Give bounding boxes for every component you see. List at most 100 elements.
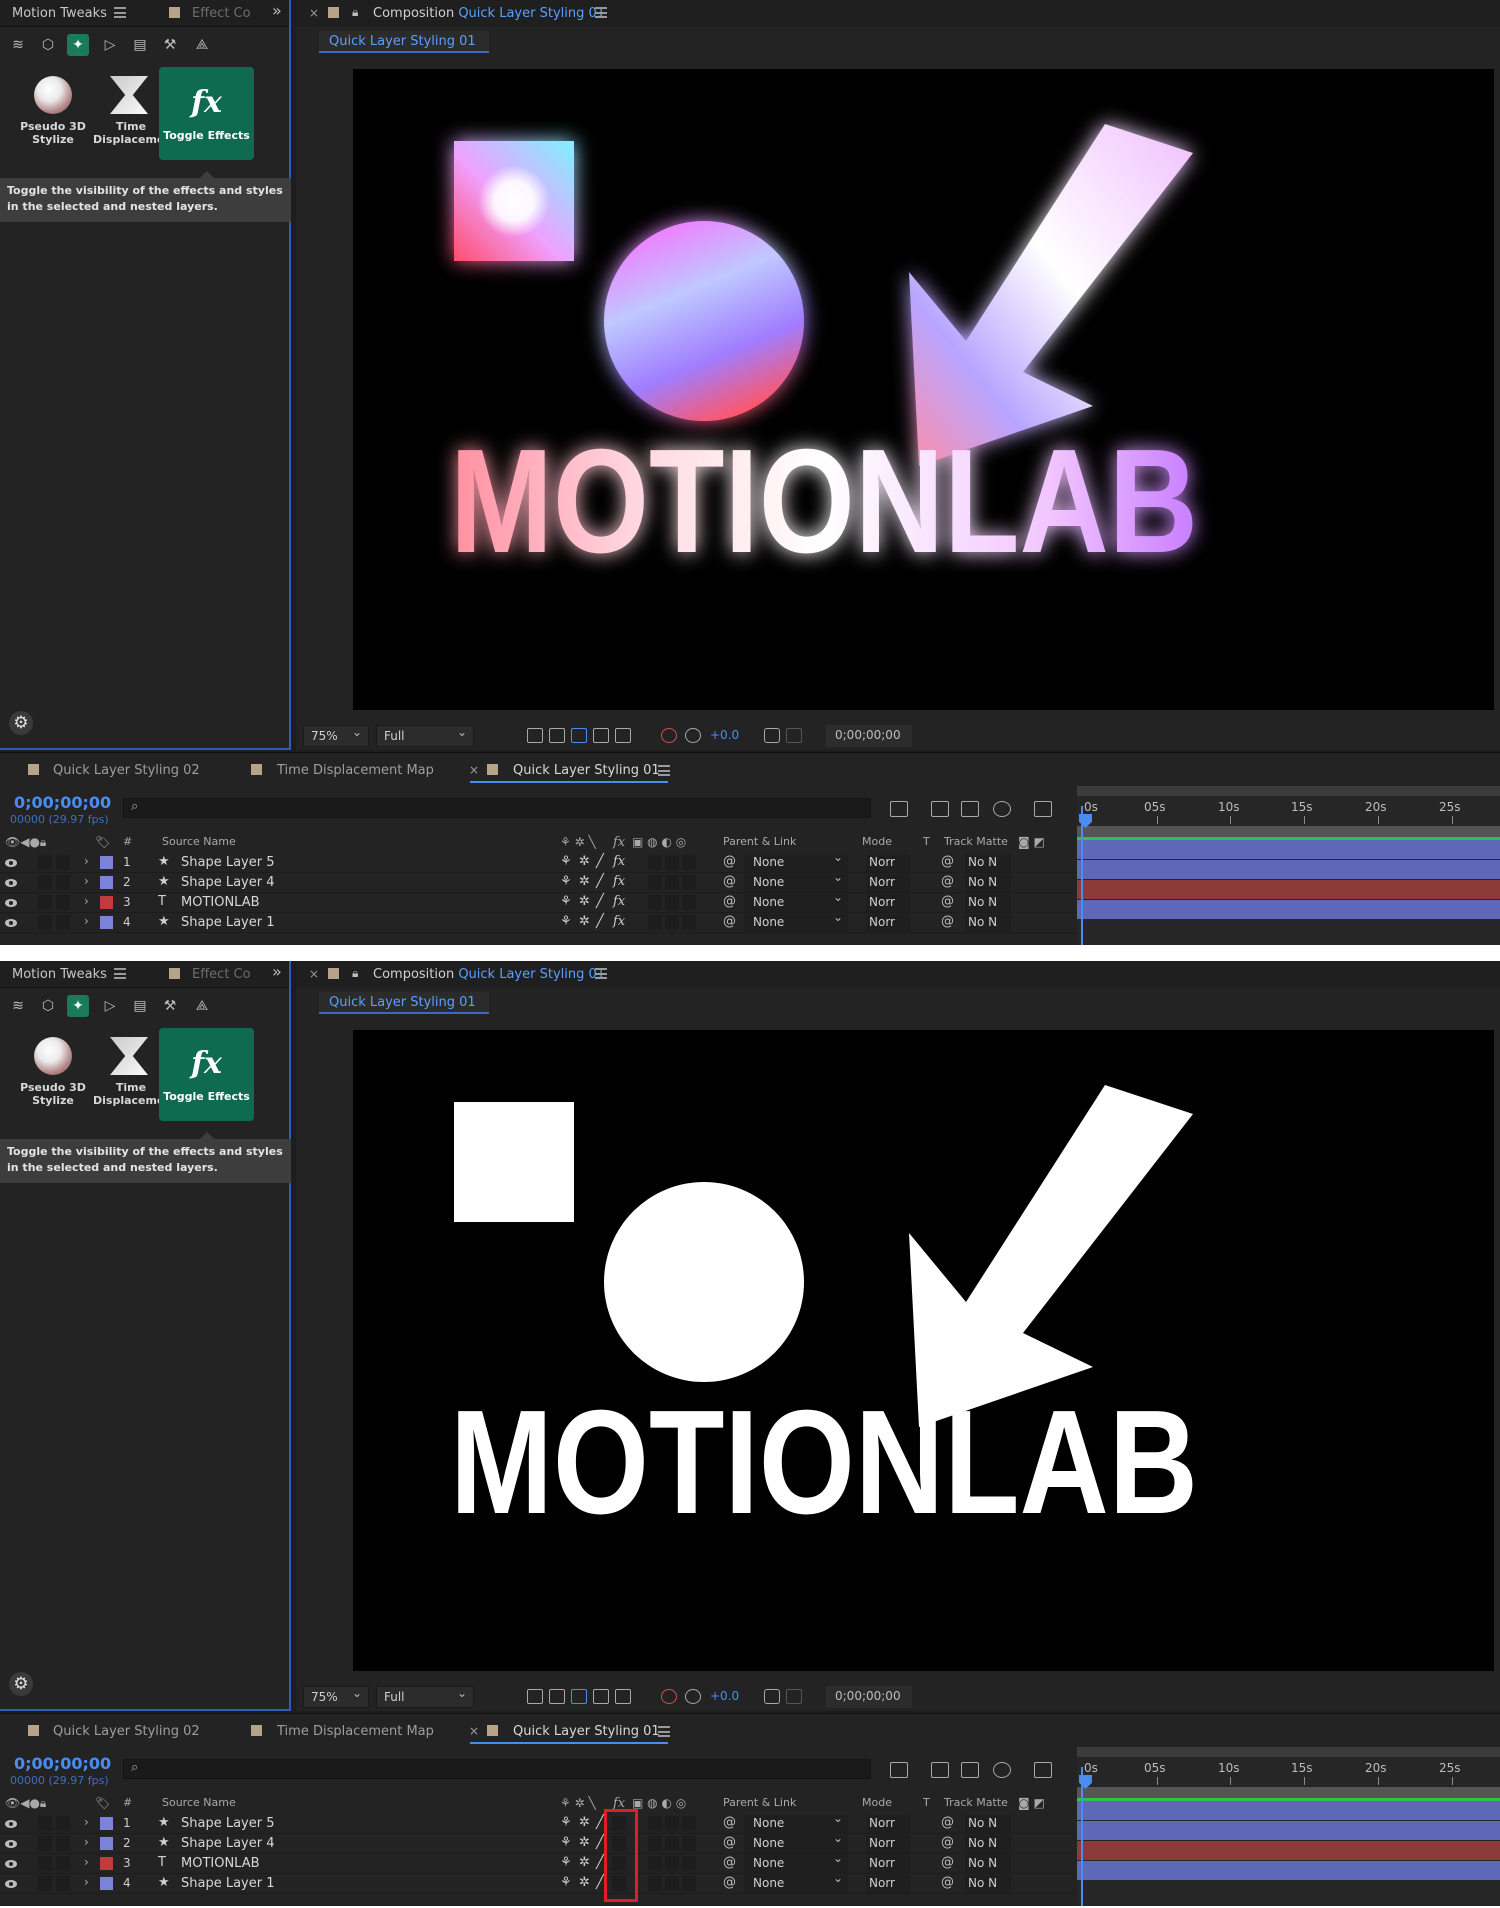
camera-icon[interactable]: [764, 728, 780, 743]
tab-motion-tweaks[interactable]: Motion Tweaks: [12, 967, 107, 982]
chevron-right-icon[interactable]: ›: [84, 1815, 89, 1829]
source-name-header[interactable]: Source Name: [162, 835, 236, 848]
solo-cell[interactable]: [38, 1876, 52, 1891]
frame-blending-icon[interactable]: [993, 1762, 1011, 1778]
solo-cell[interactable]: [38, 875, 52, 890]
mode-dropdown[interactable]: Norr: [866, 1875, 910, 1893]
switch-slot[interactable]: [665, 1876, 679, 1891]
breadcrumb[interactable]: Quick Layer Styling 01: [319, 31, 489, 53]
chevron-double-right-icon[interactable]: »: [272, 962, 282, 981]
panel-menu-icon[interactable]: [595, 968, 607, 979]
navigator-bar[interactable]: [1077, 1747, 1500, 1757]
parent-dropdown[interactable]: None: [744, 910, 848, 932]
tab-motion-tweaks[interactable]: Motion Tweaks: [12, 6, 107, 21]
switch-slot[interactable]: [648, 1816, 662, 1831]
shy-icon[interactable]: ⚘: [560, 894, 572, 909]
pickwhip-icon[interactable]: @: [723, 914, 736, 929]
frame-blending-icon[interactable]: [993, 801, 1011, 817]
switch-slot[interactable]: [648, 1856, 662, 1871]
label-color[interactable]: [100, 1877, 113, 1890]
sun-icon[interactable]: ✲: [579, 1875, 590, 1890]
grid-icon[interactable]: [615, 1689, 631, 1704]
comp-mini-flowchart-icon[interactable]: [890, 801, 908, 817]
lock-icon[interactable]: 🔒︎: [352, 966, 358, 981]
lock-icon[interactable]: 🔒︎: [352, 5, 358, 20]
time-displacement-tile[interactable]: Time Displacemen: [91, 1029, 172, 1121]
track-matte-dropdown[interactable]: No N: [965, 1875, 1011, 1893]
layer-track-bar[interactable]: [1077, 1821, 1500, 1840]
quality-slash-icon[interactable]: ╱: [596, 874, 604, 889]
mode-dropdown[interactable]: Norr: [866, 894, 910, 912]
solo-cell[interactable]: [38, 895, 52, 910]
matte-pickwhip-icon[interactable]: @: [941, 894, 954, 909]
sun-icon[interactable]: ✲: [579, 1855, 590, 1870]
switch-slot[interactable]: [665, 895, 679, 910]
lock-cell[interactable]: [56, 1876, 70, 1891]
layer-name[interactable]: Shape Layer 5: [181, 855, 275, 870]
switch-slot[interactable]: [648, 875, 662, 890]
composition-title[interactable]: Composition Quick Layer Styling 01: [373, 967, 605, 982]
shy-icon[interactable]: ⚘: [560, 854, 572, 869]
exposure-reset-icon[interactable]: [685, 728, 701, 743]
wrench-icon[interactable]: ⚒: [159, 995, 181, 1017]
timeline-graph-area[interactable]: 0s 05s 10s 15s 20s 25s: [1077, 786, 1500, 945]
transparency-grid-icon[interactable]: [549, 728, 565, 743]
composition-viewer[interactable]: MOTIONLAB: [353, 69, 1494, 710]
quality-slash-icon[interactable]: ╱: [596, 914, 604, 929]
layer-track-bar[interactable]: [1077, 840, 1500, 859]
eye-icon[interactable]: [5, 859, 17, 867]
switch-slot[interactable]: [648, 1876, 662, 1891]
time-displacement-tile[interactable]: Time Displacemen: [91, 68, 172, 160]
track-matte-dropdown[interactable]: No N: [965, 894, 1011, 912]
fx-icon[interactable]: fx: [613, 854, 625, 869]
matte-pickwhip-icon[interactable]: @: [941, 1835, 954, 1850]
eye-icon[interactable]: [5, 879, 17, 887]
current-time-display[interactable]: 0;00;00;00: [826, 725, 912, 747]
composition-viewer[interactable]: MOTIONLAB: [353, 1030, 1494, 1671]
fx-icon[interactable]: fx: [613, 874, 625, 889]
quality-slash-icon[interactable]: ╱: [596, 1835, 604, 1850]
lock-cell[interactable]: [56, 855, 70, 870]
breadcrumb[interactable]: Quick Layer Styling 01: [319, 992, 489, 1014]
table-row[interactable]: › 2 ★ Shape Layer 4 ⚘ ✲ ╱ fx @ None Norr…: [0, 870, 1077, 893]
mode-dropdown[interactable]: Norr: [866, 874, 910, 892]
switch-slot[interactable]: [682, 1876, 696, 1891]
eye-icon[interactable]: [5, 1820, 17, 1828]
eye-icon[interactable]: [5, 919, 17, 927]
tab-quick-layer-styling-02[interactable]: Quick Layer Styling 02: [53, 763, 200, 778]
sparkle-icon[interactable]: ✦: [67, 34, 89, 56]
layer-track-bar[interactable]: [1077, 1801, 1500, 1820]
mode-dropdown[interactable]: Norr: [866, 1815, 910, 1833]
color-channels-icon[interactable]: [661, 728, 677, 743]
nodes-icon[interactable]: ⟁: [191, 34, 213, 56]
draft-3d-icon[interactable]: [931, 801, 949, 817]
layout-icon[interactable]: ▤: [129, 995, 151, 1017]
mask-toggle-icon[interactable]: [571, 728, 587, 743]
shy-icon[interactable]: ⚘: [560, 1855, 572, 1870]
play-icon[interactable]: ▷: [99, 34, 121, 56]
table-row[interactable]: › 3 T MOTIONLAB ⚘ ✲ ╱ fx @ None Norr @ N…: [0, 890, 1077, 913]
layer-track-bar[interactable]: [1077, 1841, 1500, 1860]
matte-pickwhip-icon[interactable]: @: [941, 874, 954, 889]
matte-pickwhip-icon[interactable]: @: [941, 1855, 954, 1870]
layers-icon[interactable]: ≋: [7, 34, 29, 56]
pseudo-3d-stylize-tile[interactable]: Pseudo 3D Stylize: [15, 1029, 91, 1121]
sparkle-icon[interactable]: ✦: [67, 995, 89, 1017]
switch-slot[interactable]: [682, 855, 696, 870]
chevron-right-icon[interactable]: ›: [84, 854, 89, 868]
track-matte-dropdown[interactable]: No N: [965, 1815, 1011, 1833]
close-icon[interactable]: ×: [309, 6, 319, 20]
lock-cell[interactable]: [56, 1836, 70, 1851]
panel-menu-icon[interactable]: [595, 7, 607, 18]
eye-icon[interactable]: [5, 1860, 17, 1868]
switch-slot[interactable]: [648, 1836, 662, 1851]
region-icon[interactable]: [527, 1689, 543, 1704]
quality-slash-icon[interactable]: ╱: [596, 854, 604, 869]
switch-slot[interactable]: [682, 915, 696, 930]
layer-track-bar[interactable]: [1077, 880, 1500, 899]
tab-quick-layer-styling-02[interactable]: Quick Layer Styling 02: [53, 1724, 200, 1739]
track-matte-dropdown[interactable]: No N: [965, 1855, 1011, 1873]
switch-slot[interactable]: [665, 875, 679, 890]
switch-slot[interactable]: [665, 915, 679, 930]
playhead[interactable]: [1079, 1767, 1092, 1906]
